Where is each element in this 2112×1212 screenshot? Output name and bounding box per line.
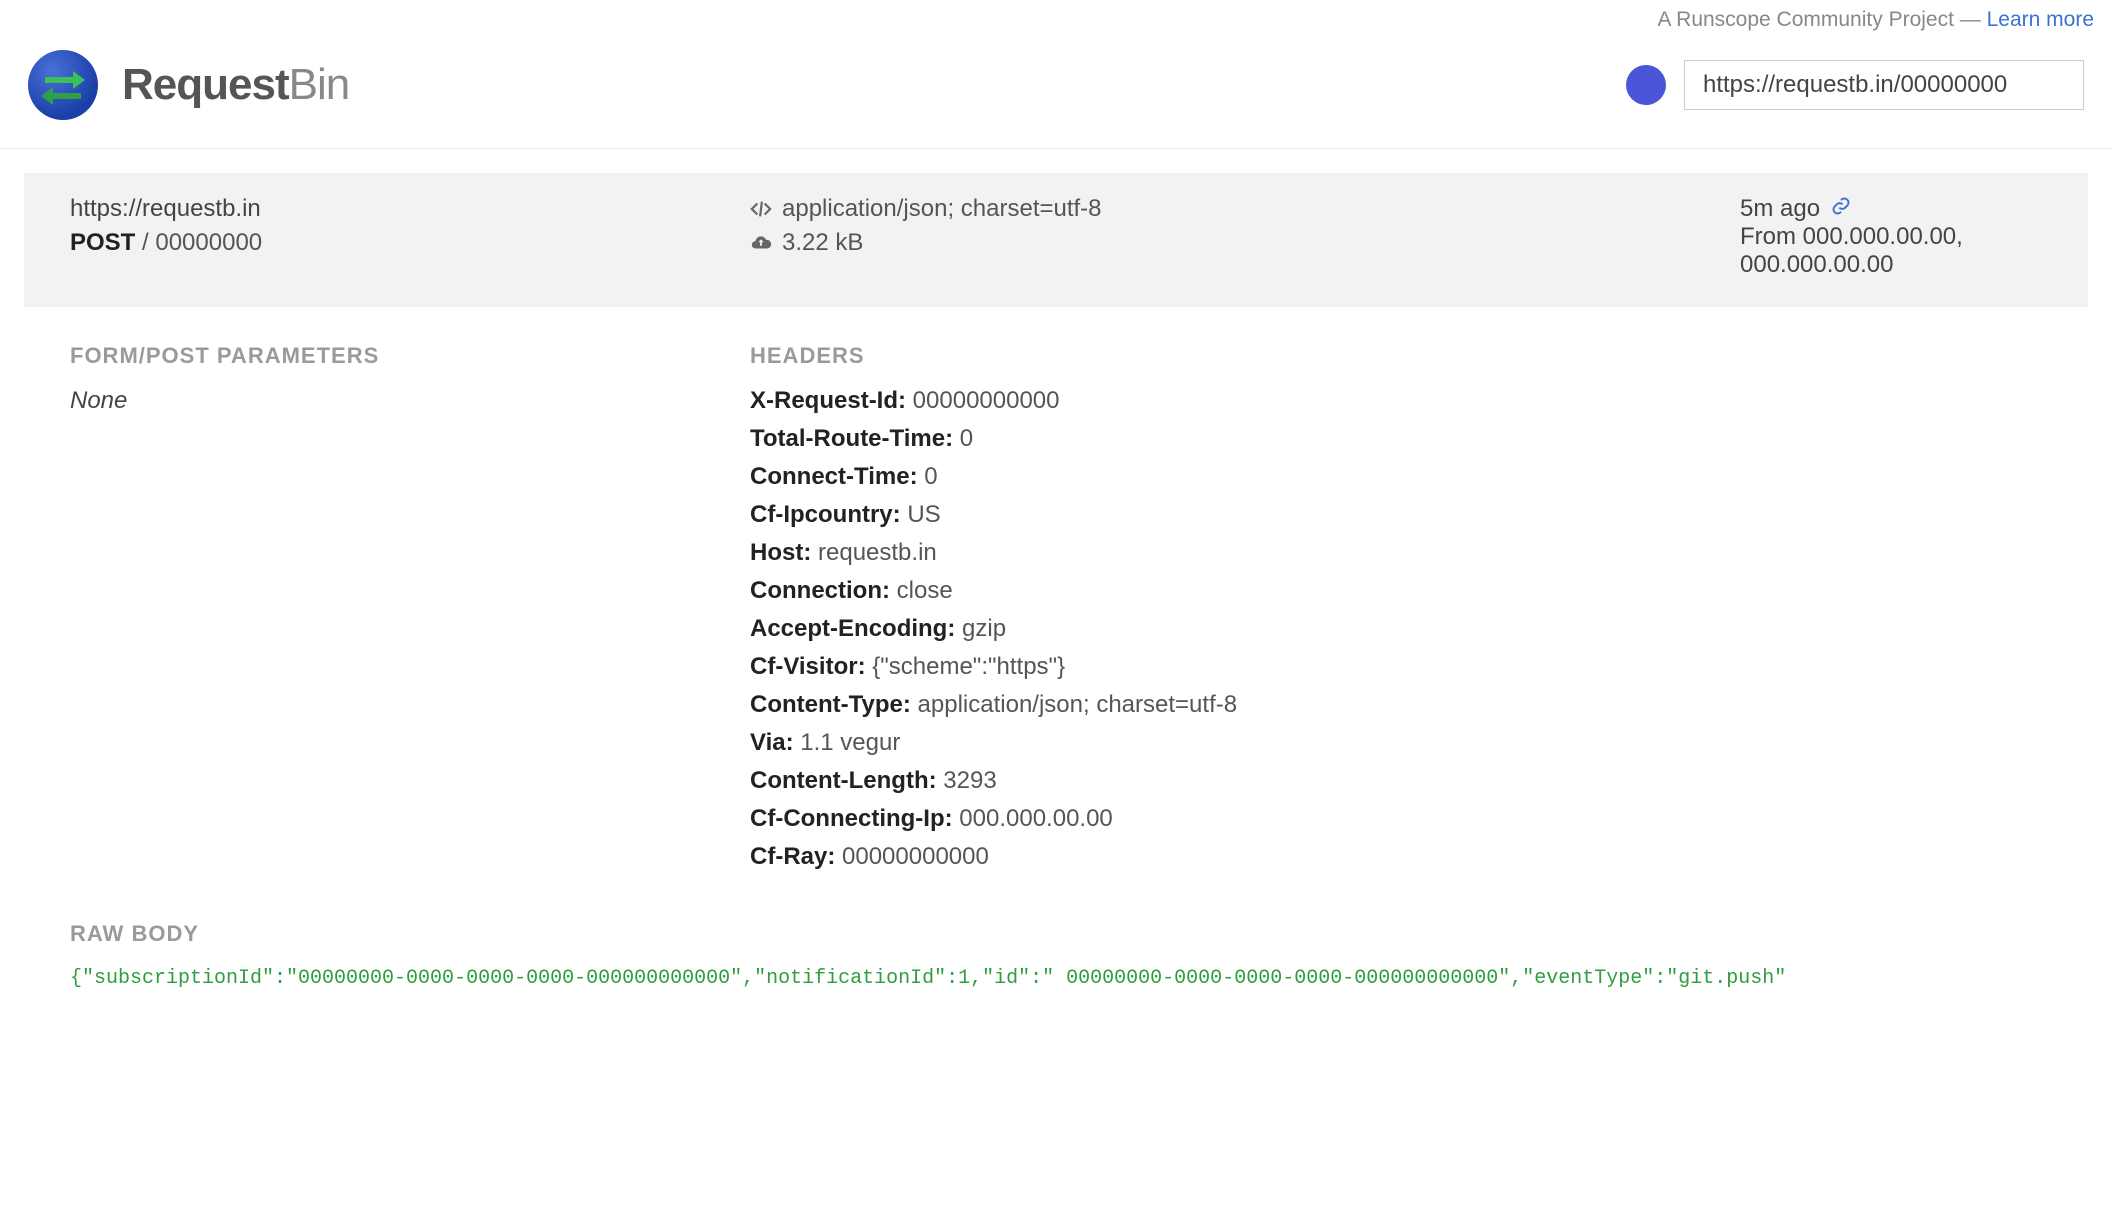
code-icon xyxy=(750,198,772,220)
header-value: requestb.in xyxy=(818,539,937,566)
brand-title: RequestBin xyxy=(122,60,349,110)
bin-url-input[interactable]: https://requestb.in/00000000 xyxy=(1684,60,2084,110)
header-row: Content-Length: 3293 xyxy=(750,767,2060,795)
header-row: Connect-Time: 0 xyxy=(750,463,2060,491)
upload-cloud-icon xyxy=(750,232,772,254)
raw-body-content[interactable]: {"subscriptionId":"00000000-0000-0000-00… xyxy=(70,965,2060,996)
header-value: 000.000.00.00 xyxy=(959,805,1112,832)
header-row: Cf-Connecting-Ip: 000.000.00.00 xyxy=(750,805,2060,833)
request-summary-panel: https://requestb.in POST / 00000000 appl… xyxy=(24,173,2088,307)
header-key: Total-Route-Time: xyxy=(750,425,953,452)
form-params-value: None xyxy=(70,387,750,415)
page-header: RequestBin https://requestb.in/00000000 xyxy=(0,32,2112,149)
header-row: X-Request-Id: 00000000000 xyxy=(750,387,2060,415)
summary-path: / 00000000 xyxy=(142,229,262,256)
tagline-text: A Runscope Community Project — xyxy=(1657,8,1986,31)
header-key: Accept-Encoding: xyxy=(750,615,955,642)
header-key: X-Request-Id: xyxy=(750,387,906,414)
brand-part2: Bin xyxy=(289,60,350,109)
header-row: Content-Type: application/json; charset=… xyxy=(750,691,2060,719)
raw-body-title: RAW BODY xyxy=(70,921,2060,947)
summary-host: https://requestb.in xyxy=(70,195,750,223)
header-row: Accept-Encoding: gzip xyxy=(750,615,2060,643)
header-key: Cf-Connecting-Ip: xyxy=(750,805,953,832)
header-value: 0 xyxy=(924,463,937,490)
header-key: Connect-Time: xyxy=(750,463,918,490)
header-value: US xyxy=(907,501,940,528)
header-row: Via: 1.1 vegur xyxy=(750,729,2060,757)
learn-more-link[interactable]: Learn more xyxy=(1987,8,2094,31)
request-details: FORM/POST PARAMETERS None HEADERS X-Requ… xyxy=(24,307,2088,891)
summary-endpoint: https://requestb.in POST / 00000000 xyxy=(70,195,750,279)
header-row: Cf-Ipcountry: US xyxy=(750,501,2060,529)
header-key: Cf-Ray: xyxy=(750,843,835,870)
brand-part1: Request xyxy=(122,60,289,109)
header-key: Cf-Visitor: xyxy=(750,653,866,680)
header-key: Connection: xyxy=(750,577,890,604)
header-key: Cf-Ipcountry: xyxy=(750,501,901,528)
header-row: Total-Route-Time: 0 xyxy=(750,425,2060,453)
header-key: Via: xyxy=(750,729,794,756)
summary-method: POST xyxy=(70,229,135,256)
community-project-banner: A Runscope Community Project — Learn mor… xyxy=(0,0,2112,32)
summary-from-label: From xyxy=(1740,223,1796,250)
header-key: Host: xyxy=(750,539,811,566)
header-value: 1.1 vegur xyxy=(800,729,900,756)
header-row: Cf-Ray: 00000000000 xyxy=(750,843,2060,871)
headers-list: X-Request-Id: 00000000000 Total-Route-Tim… xyxy=(750,387,2060,871)
form-params-section: FORM/POST PARAMETERS None xyxy=(70,343,750,881)
header-row: Connection: close xyxy=(750,577,2060,605)
raw-body-section: RAW BODY {"subscriptionId":"00000000-000… xyxy=(24,891,2088,1006)
headers-section: HEADERS X-Request-Id: 00000000000 Total-R… xyxy=(750,343,2060,881)
header-value: 00000000000 xyxy=(913,387,1060,414)
header-value: 00000000000 xyxy=(842,843,989,870)
header-row: Cf-Visitor: {"scheme":"https"} xyxy=(750,653,2060,681)
header-key: Content-Type: xyxy=(750,691,911,718)
header-value: {"scheme":"https"} xyxy=(872,653,1065,680)
requestbin-logo xyxy=(28,50,98,120)
permalink-icon[interactable] xyxy=(1831,195,1851,222)
status-indicator-icon xyxy=(1626,65,1666,105)
header-value: close xyxy=(897,577,953,604)
header-value: 3293 xyxy=(943,767,996,794)
headers-title: HEADERS xyxy=(750,343,2060,369)
header-value: 0 xyxy=(960,425,973,452)
summary-content-type: application/json; charset=utf-8 xyxy=(782,195,1102,223)
arrows-icon xyxy=(39,61,87,109)
header-value: gzip xyxy=(962,615,1006,642)
summary-source: 5m ago From 000.000.00.00, 000.000.00.00 xyxy=(1740,195,2060,279)
summary-time-ago: 5m ago xyxy=(1740,195,1820,222)
form-params-title: FORM/POST PARAMETERS xyxy=(70,343,750,369)
header-key: Content-Length: xyxy=(750,767,937,794)
header-value: application/json; charset=utf-8 xyxy=(918,691,1238,718)
summary-payload-meta: application/json; charset=utf-8 3.22 kB xyxy=(750,195,1740,279)
summary-size: 3.22 kB xyxy=(782,229,863,257)
header-row: Host: requestb.in xyxy=(750,539,2060,567)
